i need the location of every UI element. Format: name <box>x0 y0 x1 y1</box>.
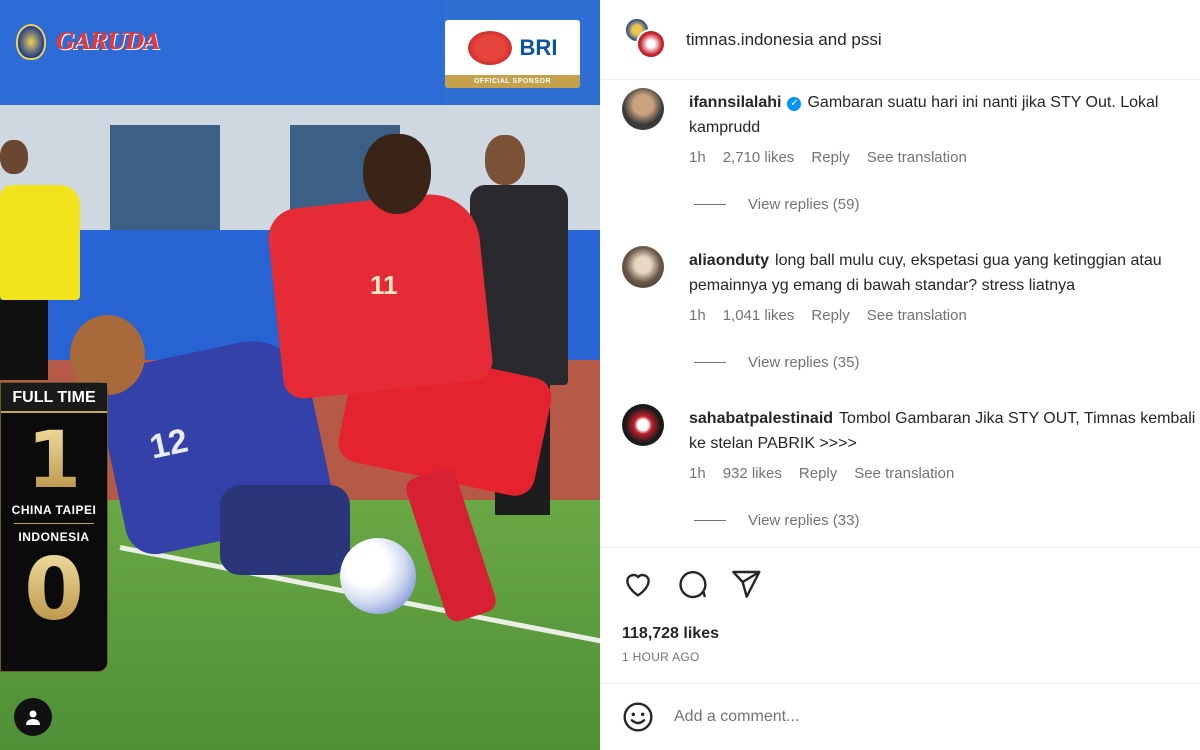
comment-username[interactable]: sahabatpalestinaid <box>689 410 833 427</box>
post-authors[interactable]: timnas.indonesia and pssi <box>686 30 882 50</box>
avatar <box>636 28 666 59</box>
stand-window <box>110 125 220 235</box>
score-divider <box>14 523 94 524</box>
comment-time: 1h <box>689 149 706 166</box>
garuda-wordmark: GARUDA <box>56 29 160 55</box>
reply-button[interactable]: Reply <box>811 307 849 324</box>
home-team: CHINA TAIPEI <box>11 503 97 517</box>
emoji-icon[interactable] <box>622 701 654 733</box>
home-score: 1 <box>1 419 107 503</box>
away-score: 0 <box>1 544 107 636</box>
sponsor-name: BRI <box>519 34 558 60</box>
see-translation-button[interactable]: See translation <box>867 307 967 324</box>
view-replies-label: View replies (35) <box>748 354 860 371</box>
comment-likes[interactable]: 1,041 likes <box>723 307 795 324</box>
reply-button[interactable]: Reply <box>799 465 837 482</box>
user-icon <box>26 710 40 725</box>
avatar[interactable] <box>622 88 664 130</box>
comments-panel: timnas.indonesia and pssi ifannsilalahi ✓… <box>600 0 1200 750</box>
replies-dash <box>694 204 726 205</box>
verified-badge-icon: ✓ <box>787 97 802 111</box>
comment-body: sahabatpalestinaid Tombol Gambaran Jika S… <box>689 406 1199 456</box>
replies-dash <box>694 520 726 521</box>
jersey-number: 11 <box>370 270 398 300</box>
jersey-number: 12 <box>146 421 192 467</box>
avatar[interactable] <box>622 246 664 288</box>
share-icon[interactable] <box>730 568 762 600</box>
add-comment-bar: Add a comment... <box>600 683 1200 750</box>
post-image[interactable]: 12 11 GARUDA BRI OFFICIAL SPONSOR FULL T… <box>0 0 600 750</box>
comment-icon[interactable] <box>676 568 708 600</box>
comment-body: ifannsilalahi ✓ Gambaran suatu hari ini na… <box>689 90 1199 140</box>
replies-dash <box>694 362 726 363</box>
avatar[interactable] <box>622 404 664 446</box>
sponsor-badge: BRI OFFICIAL SPONSOR <box>445 20 580 88</box>
comment-time: 1h <box>689 465 706 482</box>
comment-time: 1h <box>689 307 706 324</box>
reply-button[interactable]: Reply <box>811 149 849 166</box>
view-replies-button[interactable]: View replies (59) <box>694 196 859 213</box>
action-icons <box>622 568 762 600</box>
team-logo: GARUDA <box>16 24 160 60</box>
post-actions: 118,728 likes 1 HOUR AGO <box>600 547 1200 664</box>
scoreboard: FULL TIME 1 CHINA TAIPEI INDONESIA 0 <box>0 382 108 672</box>
post-header: timnas.indonesia and pssi <box>600 0 1200 80</box>
comment-likes[interactable]: 932 likes <box>723 465 782 482</box>
view-replies-label: View replies (59) <box>748 196 860 213</box>
comment-meta: 1h 932 likes Reply See translation <box>689 465 954 482</box>
collab-avatars[interactable] <box>622 16 668 63</box>
comment-input[interactable]: Add a comment... <box>674 708 799 726</box>
post-like-count[interactable]: 118,728 likes <box>622 625 719 643</box>
red-player: 11 <box>235 130 595 640</box>
comment-meta: 1h 1,041 likes Reply See translation <box>689 307 967 324</box>
sponsor-caption: OFFICIAL SPONSOR <box>445 75 580 88</box>
comment-username[interactable]: ifannsilalahi <box>689 94 781 111</box>
comment-username[interactable]: aliaonduty <box>689 252 769 269</box>
pssi-crest-icon <box>16 24 46 60</box>
heart-icon[interactable] <box>622 568 654 600</box>
tagged-users-button[interactable] <box>14 698 52 736</box>
post-timestamp: 1 HOUR AGO <box>622 650 700 664</box>
view-replies-label: View replies (33) <box>748 512 860 529</box>
see-translation-button[interactable]: See translation <box>854 465 954 482</box>
match-status: FULL TIME <box>1 383 107 413</box>
see-translation-button[interactable]: See translation <box>867 149 967 166</box>
comment-meta: 1h 2,710 likes Reply See translation <box>689 149 967 166</box>
football <box>340 538 416 614</box>
garuda-emblem-icon <box>467 30 512 65</box>
view-replies-button[interactable]: View replies (35) <box>694 354 859 371</box>
comment-likes[interactable]: 2,710 likes <box>723 149 795 166</box>
view-replies-button[interactable]: View replies (33) <box>694 512 859 529</box>
comment-body: aliaonduty long ball mulu cuy, ekspetasi … <box>689 248 1199 298</box>
